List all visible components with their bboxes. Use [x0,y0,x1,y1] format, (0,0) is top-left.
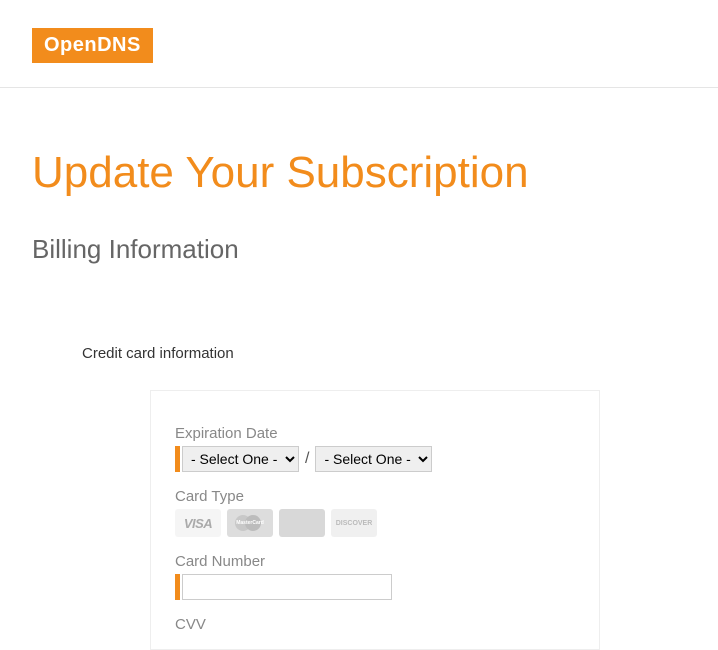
credit-card-form: Expiration Date - Select One - / - Selec… [150,390,600,650]
brand-logo: OpenDNS [32,28,153,63]
visa-icon[interactable]: VISA [175,509,221,537]
header: OpenDNS [0,0,718,88]
section-heading: Credit card information [82,345,686,362]
mastercard-icon[interactable]: MasterCard [227,509,273,537]
required-indicator-icon [175,574,180,600]
expiration-label: Expiration Date [175,425,575,442]
expiration-separator: / [305,450,309,468]
card-type-field: Card Type VISA MasterCard DISCOVER [175,488,575,537]
card-type-label: Card Type [175,488,575,505]
discover-icon[interactable]: DISCOVER [331,509,377,537]
expiration-month-select[interactable]: - Select One - [182,446,299,472]
card-number-field: Card Number [175,553,575,600]
page-title: Update Your Subscription [32,148,686,198]
card-number-label: Card Number [175,553,575,570]
expiration-year-select[interactable]: - Select One - [315,446,432,472]
main-content: Update Your Subscription Billing Informa… [0,88,718,650]
amex-icon[interactable] [279,509,325,537]
expiration-field: Expiration Date - Select One - / - Selec… [175,425,575,472]
required-indicator-icon [175,446,180,472]
cvv-label: CVV [175,616,575,633]
cvv-field: CVV [175,616,575,633]
card-number-input[interactable] [182,574,392,600]
page-subtitle: Billing Information [32,234,686,265]
